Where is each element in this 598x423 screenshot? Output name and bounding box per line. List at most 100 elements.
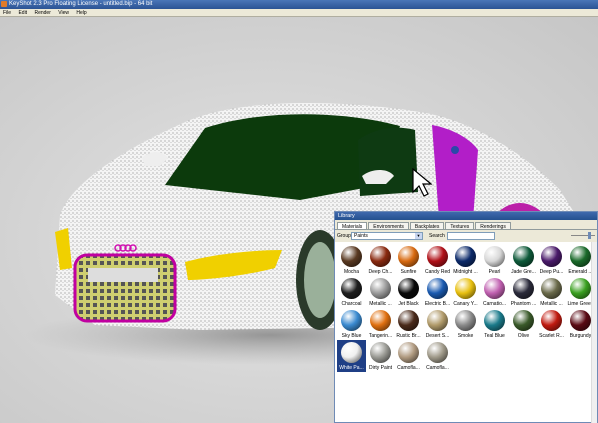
license-plate (88, 268, 158, 282)
menu-edit[interactable]: Edit (15, 9, 30, 17)
material-swatch[interactable]: Deep Ch... (366, 244, 395, 276)
material-swatch[interactable]: Camofla... (423, 340, 452, 372)
front-grille (73, 253, 177, 323)
search-label: Search (429, 233, 445, 239)
material-name: Olive (517, 333, 530, 339)
material-swatch[interactable]: Metallic ... (537, 276, 566, 308)
material-name: Phantom ... (510, 301, 537, 307)
material-sphere-icon (570, 310, 591, 331)
group-label: Group (337, 233, 351, 239)
material-swatch[interactable]: Tangerin... (366, 308, 395, 340)
material-sphere-icon (484, 246, 505, 267)
material-name: Midnight ... (453, 269, 478, 275)
material-swatch[interactable]: Jet Black (394, 276, 423, 308)
menu-render[interactable]: Render (31, 9, 53, 17)
material-swatch[interactable]: Jade Gre... (509, 244, 538, 276)
side-window (358, 127, 418, 196)
material-name: Desert S... (425, 333, 450, 339)
material-sphere-icon (370, 342, 391, 363)
material-sphere-icon (541, 310, 562, 331)
material-swatch[interactable]: Sky Blue (337, 308, 366, 340)
material-sphere-icon (341, 310, 362, 331)
tab-environments[interactable]: Environments (368, 222, 409, 230)
title-bar: KeyShot 2.3 Pro Floating License - untit… (0, 0, 598, 9)
material-sphere-icon (513, 310, 534, 331)
material-swatch[interactable]: Desert S... (423, 308, 452, 340)
material-swatch[interactable]: Olive (509, 308, 538, 340)
material-name: Pearl (488, 269, 501, 275)
menu-help[interactable]: Help (73, 9, 89, 17)
material-name: Rustic Br... (396, 333, 421, 339)
material-name: Jet Black (398, 301, 419, 307)
material-name: Teal Blue (484, 333, 505, 339)
menu-view[interactable]: View (55, 9, 72, 17)
material-swatch[interactable]: Phantom ... (509, 276, 538, 308)
material-name: Carnatio... (482, 301, 507, 307)
material-name: Dirty Paint (368, 365, 393, 371)
material-swatch[interactable]: Electric B... (423, 276, 452, 308)
material-sphere-icon (398, 278, 419, 299)
material-swatch[interactable]: Mocha (337, 244, 366, 276)
material-sphere-icon (427, 278, 448, 299)
material-swatch[interactable]: Candy Red (423, 244, 452, 276)
material-name: Tangerin... (368, 333, 393, 339)
material-sphere-icon (427, 246, 448, 267)
thumbnail-size-slider[interactable] (571, 235, 595, 236)
material-sphere-icon (513, 278, 534, 299)
app-icon (1, 1, 7, 7)
material-swatch[interactable]: Camofla... (394, 340, 423, 372)
material-swatch[interactable]: Scarlet R... (537, 308, 566, 340)
material-swatch[interactable]: Charcoal (337, 276, 366, 308)
material-swatch[interactable]: Carnatio... (480, 276, 509, 308)
material-sphere-icon (455, 246, 476, 267)
library-scrollbar[interactable] (591, 242, 597, 423)
material-swatch[interactable]: Teal Blue (480, 308, 509, 340)
material-name: Sunfire (400, 269, 417, 275)
material-sphere-icon (341, 342, 362, 363)
material-sphere-icon (427, 310, 448, 331)
material-swatch[interactable]: Midnight ... (451, 244, 480, 276)
slider-knob[interactable] (588, 232, 591, 239)
material-sphere-icon (570, 246, 591, 267)
material-name: Deep Pu... (539, 269, 564, 275)
material-name: Mocha (343, 269, 359, 275)
material-swatch[interactable]: Canary Y... (451, 276, 480, 308)
material-sphere-icon (341, 246, 362, 267)
material-sphere-icon (455, 278, 476, 299)
material-swatch[interactable]: Sunfire (394, 244, 423, 276)
material-name: Metallic ... (540, 301, 563, 307)
tab-backplates[interactable]: Backplates (409, 222, 445, 230)
library-panel: Library Materials Environments Backplate… (334, 211, 598, 423)
material-name: Canary Y... (453, 301, 478, 307)
group-value: Paints (354, 233, 368, 239)
material-name: Scarlet R... (539, 333, 564, 339)
material-sphere-icon (427, 342, 448, 363)
material-name: Camofla... (397, 365, 420, 371)
tab-textures[interactable]: Textures (445, 222, 475, 230)
material-sphere-icon (370, 310, 391, 331)
chevron-down-icon[interactable]: ▼ (415, 233, 422, 239)
library-tabs: Materials Environments Backplates Textur… (335, 220, 597, 230)
material-name: Deep Ch... (368, 269, 393, 275)
material-swatch[interactable]: Smoke (451, 308, 480, 340)
tab-materials[interactable]: Materials (337, 222, 368, 230)
fuel-cap (451, 146, 459, 154)
tab-renderings[interactable]: Renderings (475, 222, 511, 230)
material-swatch[interactable]: Pearl (480, 244, 509, 276)
material-sphere-icon (541, 278, 562, 299)
group-select[interactable]: Paints ▼ (351, 232, 423, 240)
material-swatch[interactable]: White Pa... (337, 340, 366, 372)
material-name: Jade Gre... (511, 269, 536, 275)
menu-file[interactable]: File (0, 9, 14, 17)
material-sphere-icon (455, 310, 476, 331)
window-title: KeyShot 2.3 Pro Floating License - untit… (9, 1, 153, 7)
material-swatch[interactable]: Deep Pu... (537, 244, 566, 276)
search-input[interactable] (447, 232, 495, 240)
material-sphere-icon (484, 310, 505, 331)
material-sphere-icon (570, 278, 591, 299)
material-swatch[interactable]: Dirty Paint (366, 340, 395, 372)
material-sphere-icon (370, 278, 391, 299)
material-swatch[interactable]: Rustic Br... (394, 308, 423, 340)
material-name: White Pa... (339, 365, 364, 371)
material-swatch[interactable]: Metallic ... (366, 276, 395, 308)
